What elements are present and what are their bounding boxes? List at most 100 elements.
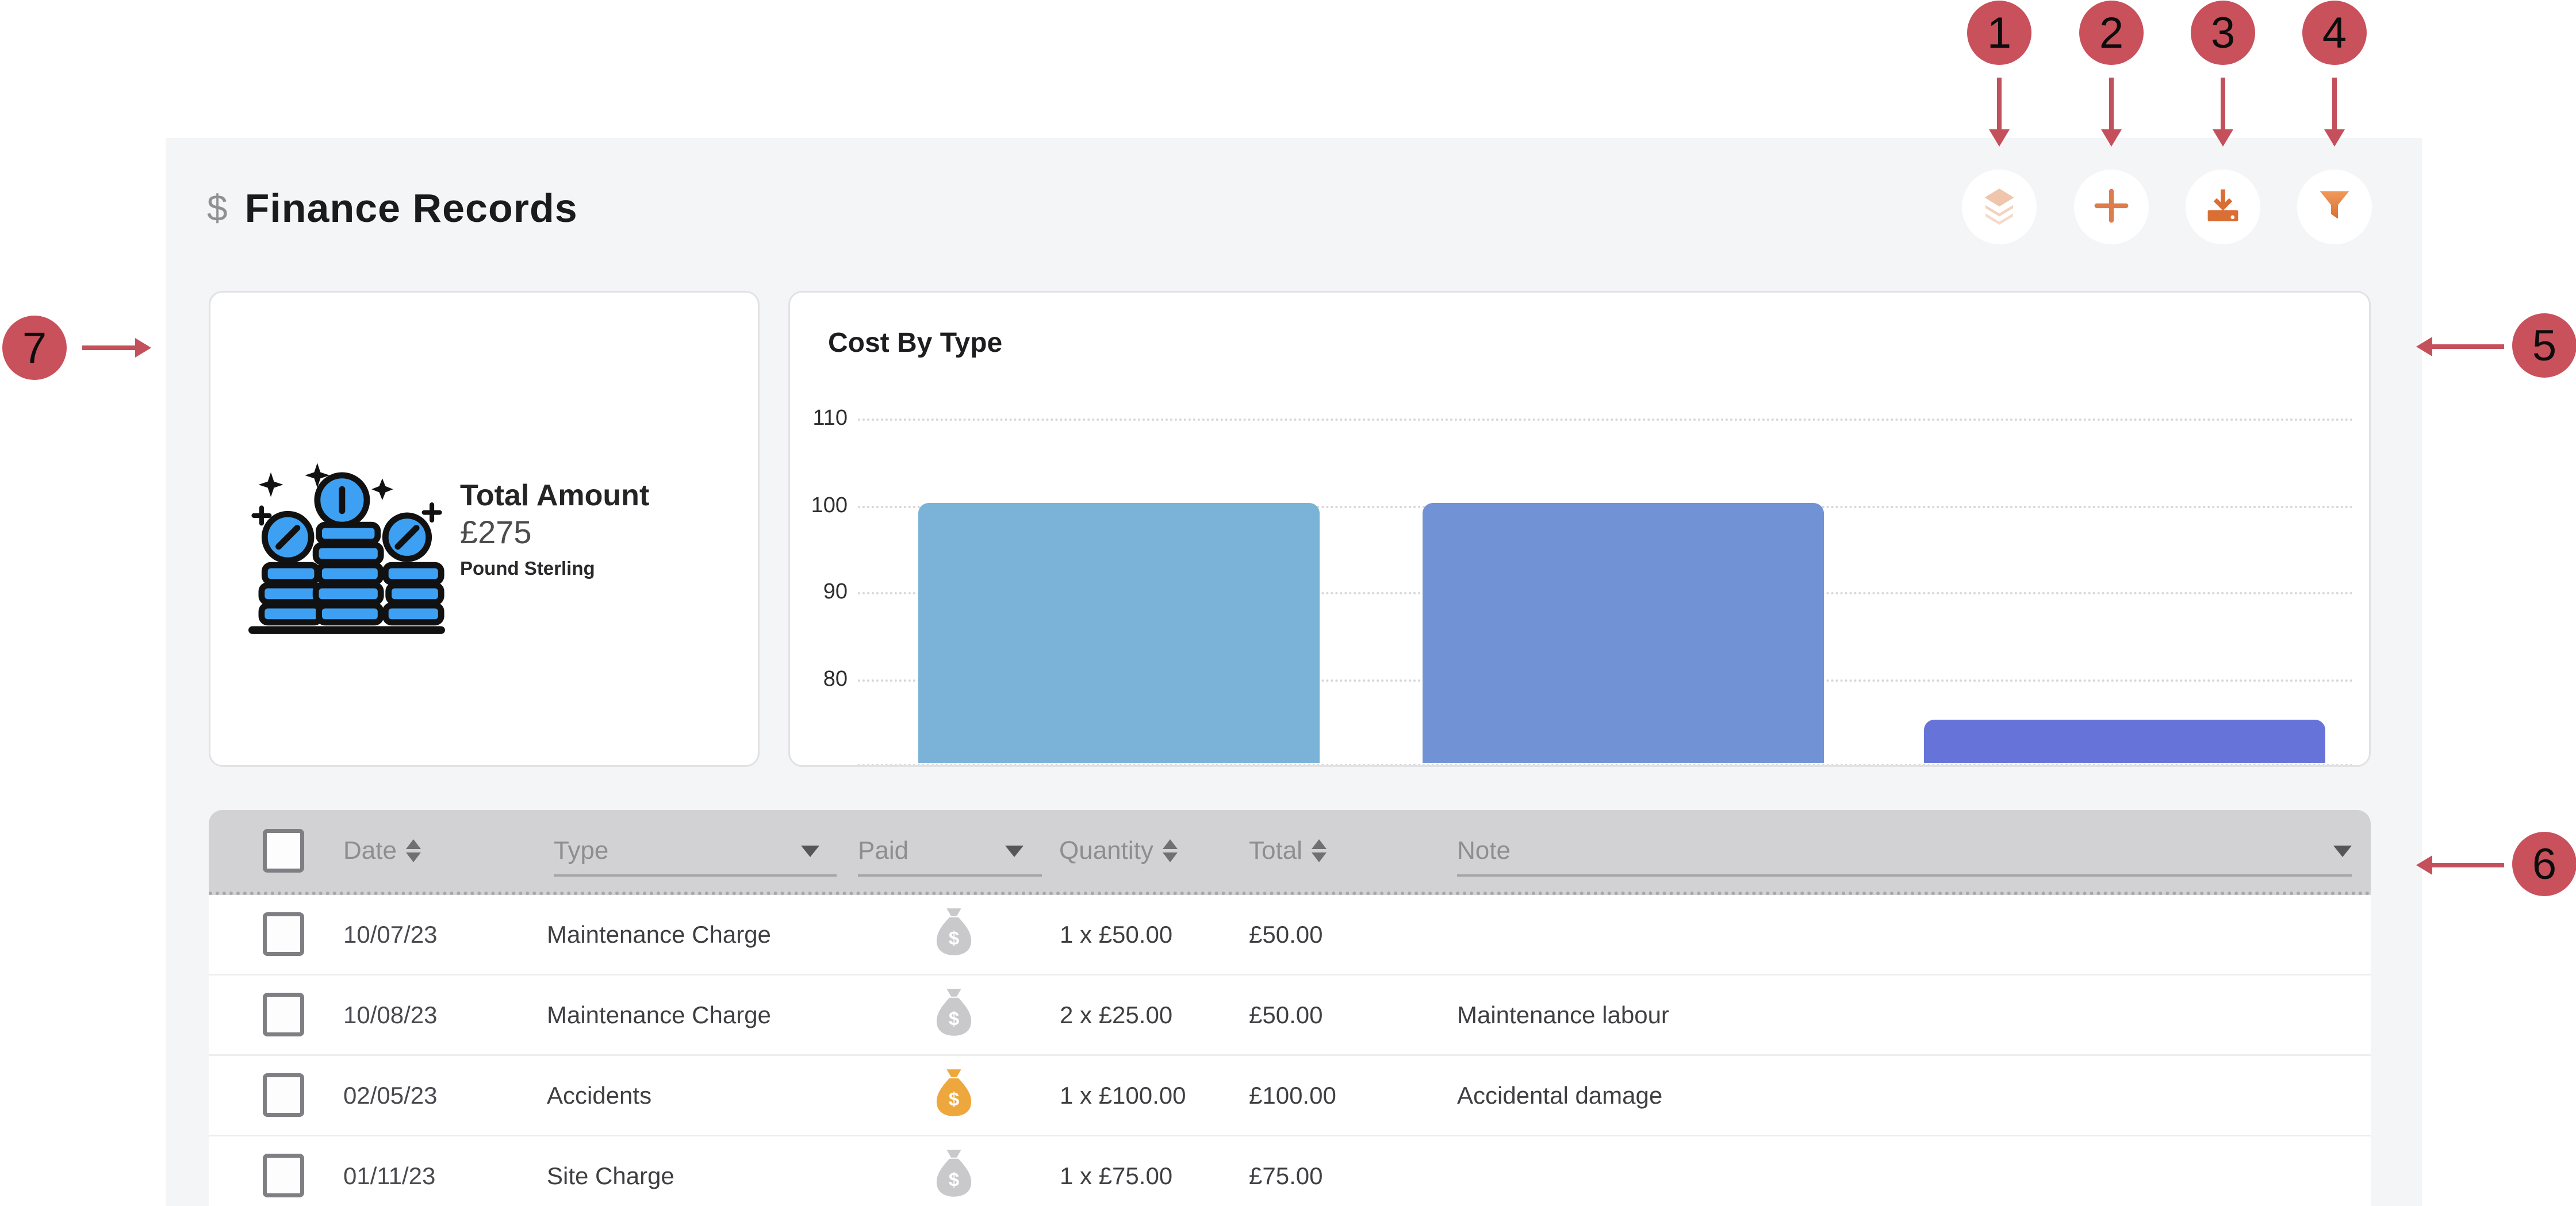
type-cell: Site Charge (547, 1136, 674, 1206)
ytick-80: 80 (790, 667, 848, 692)
annotation-arrowhead-3 (2213, 129, 2233, 147)
total-cell: £100.00 (1249, 1056, 1336, 1135)
type-filter-select[interactable] (554, 874, 837, 877)
annotation-arrow-3 (2221, 78, 2225, 130)
select-all-checkbox[interactable] (263, 829, 304, 873)
money-bag-icon: $ (934, 1148, 973, 1204)
sort-icon[interactable] (1312, 839, 1327, 862)
paid-cell[interactable]: $ (934, 975, 973, 1054)
badge-number: 5 (2532, 321, 2556, 371)
table-row[interactable]: 01/11/23 Site Charge $ 1 x £75.00 £75.00 (209, 1136, 2371, 1206)
date-cell: 10/07/23 (343, 895, 438, 974)
sort-icon[interactable] (1163, 839, 1178, 862)
annotation-arrow-7 (82, 345, 136, 350)
table-row[interactable]: 02/05/23 Accidents $ 1 x £100.00 £100.00… (209, 1056, 2371, 1136)
ytick-110: 110 (790, 406, 848, 431)
column-header-type[interactable]: Type (554, 810, 608, 892)
currency-icon: $ (207, 187, 228, 229)
chevron-down-icon[interactable] (801, 846, 819, 857)
quantity-cell: 1 x £75.00 (1060, 1136, 1172, 1206)
column-label-date: Date (343, 836, 397, 865)
chevron-down-icon[interactable] (1005, 846, 1023, 857)
chart-bar-3[interactable] (1924, 720, 2325, 763)
ytick-90: 90 (790, 579, 848, 604)
coins-illustration-icon (246, 463, 447, 661)
annotation-arrowhead-5 (2416, 337, 2432, 356)
add-record-button[interactable] (2074, 170, 2149, 244)
summary-title: Total Amount (460, 478, 649, 513)
type-cell: Maintenance Charge (547, 895, 771, 974)
annotation-arrowhead-4 (2324, 129, 2345, 147)
annotation-arrow-1 (1997, 78, 2002, 130)
summary-currency-label: Pound Sterling (460, 556, 649, 581)
sort-icon[interactable] (406, 839, 421, 862)
annotation-arrow-2 (2109, 78, 2114, 130)
page-title: $ Finance Records (207, 185, 578, 231)
date-cell: 01/11/23 (343, 1136, 435, 1206)
svg-text:$: $ (949, 1088, 959, 1109)
paid-cell[interactable]: $ (934, 895, 973, 974)
svg-text:$: $ (949, 1008, 959, 1029)
paid-cell[interactable]: $ (934, 1056, 973, 1135)
svg-text:$: $ (949, 1169, 959, 1190)
paid-filter-select[interactable] (858, 874, 1042, 877)
download-icon (2202, 185, 2244, 229)
chevron-down-icon[interactable] (2333, 846, 2352, 857)
money-bag-icon: $ (934, 1067, 973, 1124)
ytick-100: 100 (790, 493, 848, 518)
column-label-quantity: Quantity (1059, 836, 1153, 865)
total-cell: £75.00 (1249, 1136, 1322, 1206)
row-checkbox[interactable] (263, 1073, 304, 1117)
column-header-total[interactable]: Total (1249, 810, 1327, 892)
summary-amount: £275 (460, 513, 649, 551)
svg-text:$: $ (949, 927, 959, 948)
chart-bar-2[interactable] (1423, 503, 1824, 763)
chart-baseline (858, 764, 2354, 766)
column-header-quantity[interactable]: Quantity (1059, 810, 1178, 892)
annotation-arrow-4 (2332, 78, 2337, 130)
annotation-arrowhead-1 (1989, 129, 2010, 147)
quantity-cell: 1 x £50.00 (1060, 895, 1172, 974)
import-button[interactable] (2186, 170, 2260, 244)
cost-by-type-chart: Cost By Type 110 100 90 80 (788, 291, 2371, 767)
badge-number: 4 (2322, 8, 2347, 58)
table-row[interactable]: 10/07/23 Maintenance Charge $ 1 x £50.00… (209, 895, 2371, 975)
annotation-badge-6: 6 (2512, 832, 2576, 896)
filter-button[interactable] (2297, 170, 2372, 244)
annotation-arrowhead-7 (135, 338, 151, 358)
money-bag-icon: $ (934, 987, 973, 1043)
badge-number: 3 (2211, 8, 2235, 58)
row-checkbox[interactable] (263, 1154, 304, 1197)
column-header-date[interactable]: Date (343, 810, 421, 892)
column-label-type: Type (554, 836, 608, 865)
annotation-arrow-6 (2432, 863, 2504, 867)
date-cell: 10/08/23 (343, 975, 438, 1054)
annotation-arrow-5 (2432, 344, 2504, 349)
paid-cell[interactable]: $ (934, 1136, 973, 1206)
page-title-text: Finance Records (245, 185, 578, 231)
type-cell: Maintenance Charge (547, 975, 771, 1054)
chart-bar-1[interactable] (918, 503, 1320, 763)
annotation-badge-2: 2 (2079, 1, 2144, 65)
column-header-note[interactable]: Note (1457, 810, 1511, 892)
annotation-badge-5: 5 (2512, 313, 2576, 378)
quantity-cell: 2 x £25.00 (1060, 975, 1172, 1054)
column-label-note: Note (1457, 836, 1511, 865)
type-cell: Accidents (547, 1056, 651, 1135)
column-label-total: Total (1249, 836, 1302, 865)
layers-icon (1979, 185, 2020, 229)
finance-records-page: $ Finance Records (0, 0, 2576, 1206)
column-header-paid[interactable]: Paid (858, 810, 908, 892)
group-button[interactable] (1962, 170, 2037, 244)
table-row[interactable]: 10/08/23 Maintenance Charge $ 2 x £25.00… (209, 975, 2371, 1056)
row-checkbox[interactable] (263, 993, 304, 1036)
badge-number: 6 (2532, 839, 2556, 889)
chart-title: Cost By Type (828, 327, 1002, 359)
money-bag-icon: $ (934, 907, 973, 963)
row-checkbox[interactable] (263, 912, 304, 956)
badge-number: 7 (22, 323, 47, 373)
funnel-icon (2314, 185, 2355, 229)
note-filter-input[interactable] (1457, 874, 2352, 877)
note-cell: Accidental damage (1457, 1056, 1662, 1135)
annotation-badge-4: 4 (2302, 1, 2367, 65)
